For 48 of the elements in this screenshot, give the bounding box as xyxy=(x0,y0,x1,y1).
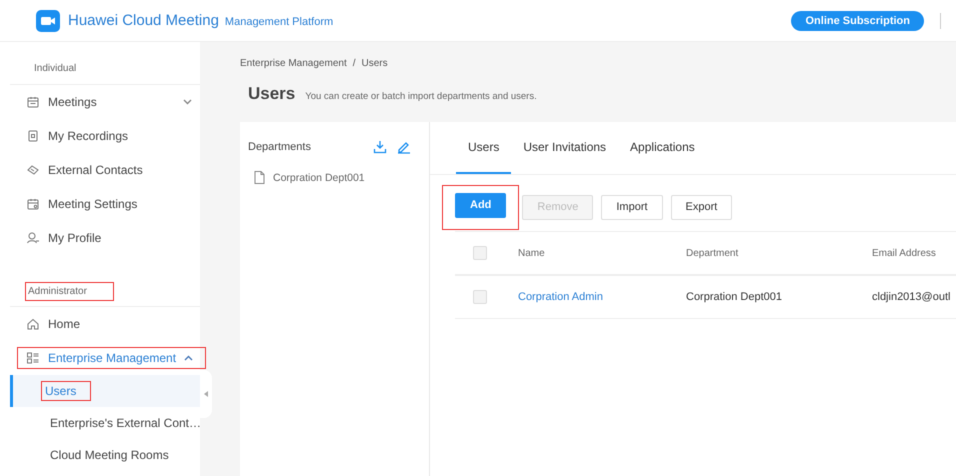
checkbox[interactable] xyxy=(473,290,487,304)
breadcrumb-link[interactable]: Users xyxy=(362,58,388,69)
tab[interactable]: User Invitations xyxy=(511,122,618,174)
tab[interactable]: Users xyxy=(456,122,512,174)
departments-title: Departments xyxy=(248,141,312,153)
platform-subtitle: Management Platform xyxy=(224,16,334,28)
table-cell-text: cldjin2013@outl xyxy=(872,291,952,303)
column-header: Department xyxy=(686,248,740,258)
menu-icon xyxy=(26,95,40,109)
menu-icon xyxy=(26,231,40,245)
table-cell-text: Corpration Dept001 xyxy=(686,291,784,303)
menu-icon xyxy=(26,317,40,331)
menu-icon xyxy=(26,197,40,211)
column-header: Name xyxy=(518,248,546,258)
sidebar-subitem[interactable]: Cloud Meeting Rooms xyxy=(10,439,200,471)
sidebar-item[interactable]: Home xyxy=(26,314,192,334)
page-description: You can create or batch import departments and users. xyxy=(305,91,537,102)
brand-name: Huawei Cloud Meeting xyxy=(68,12,219,29)
sidebar-item[interactable]: Meetings xyxy=(26,92,192,112)
section-label: Individual xyxy=(34,62,78,76)
sidebar-subitem[interactable]: Users xyxy=(10,375,200,407)
column-header: Email Address xyxy=(872,248,937,258)
collapse-handle[interactable] xyxy=(200,370,212,418)
action-button[interactable]: Export xyxy=(670,194,732,220)
action-button[interactable]: Import xyxy=(601,194,663,220)
checkbox[interactable] xyxy=(473,246,487,260)
sidebar-item[interactable]: My Recordings xyxy=(26,126,192,146)
import-icon[interactable] xyxy=(373,140,387,154)
edit-icon[interactable] xyxy=(397,140,411,154)
user-name-link[interactable]: Corpration Admin xyxy=(518,291,686,303)
highlight-frame: Users xyxy=(42,382,90,400)
menu-icon xyxy=(26,163,40,177)
logo-icon xyxy=(36,10,60,32)
sidebar-item[interactable]: Meeting Settings xyxy=(26,194,192,214)
caret-icon xyxy=(204,391,208,397)
sidebar-item[interactable]: External Contacts xyxy=(26,160,192,180)
document-icon xyxy=(254,171,265,184)
breadcrumb-link[interactable]: Enterprise Management xyxy=(240,58,347,69)
breadcrumb-separator: / xyxy=(352,58,356,69)
sidebar-item[interactable]: My Profile xyxy=(26,228,192,248)
page-title: Users xyxy=(248,84,296,104)
section-label: Administrator xyxy=(26,283,113,300)
menu-icon xyxy=(26,129,40,143)
tab[interactable]: Applications xyxy=(618,122,707,174)
sidebar-item[interactable]: Enterprise Management xyxy=(18,348,206,368)
sidebar-subitem[interactable]: Enterprise's External Cont… xyxy=(10,407,200,439)
menu-icon xyxy=(26,351,40,365)
department-item[interactable]: Corpration Dept001 xyxy=(273,172,365,184)
